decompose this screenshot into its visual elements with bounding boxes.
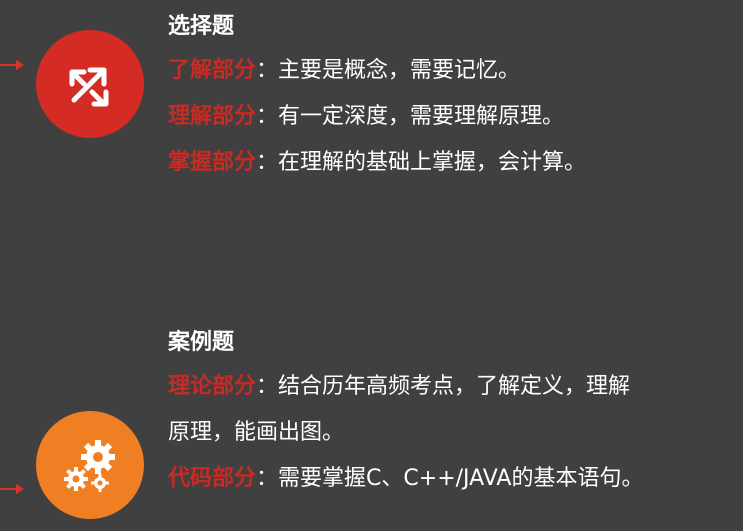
item-text: 结合历年高频考点，了解定义，理解 <box>278 374 631 399</box>
item-key: 了解部分 <box>168 58 257 83</box>
item-key: 掌握部分 <box>168 150 257 175</box>
item-colon: ： <box>256 466 279 491</box>
item-colon: ： <box>256 150 279 175</box>
section1-item-2: 理解部分：有一定深度，需要理解原理。 <box>168 98 564 130</box>
item-key: 理解部分 <box>168 104 257 129</box>
section2-item-1-cont: 原理，能画出图。 <box>168 420 345 445</box>
arrows-icon <box>69 67 109 107</box>
item-text: 有一定深度，需要理解原理。 <box>278 104 565 129</box>
section1-item-3: 掌握部分：在理解的基础上掌握，会计算。 <box>168 144 586 176</box>
item-colon: ： <box>256 104 279 129</box>
item-key: 理论部分 <box>168 374 257 399</box>
item-key: 代码部分 <box>168 466 257 491</box>
section2-title: 案例题 <box>168 330 235 355</box>
item-colon: ： <box>256 58 279 83</box>
section1-title: 选择题 <box>168 14 235 39</box>
section1-item-1: 了解部分：主要是概念，需要记忆。 <box>168 52 520 84</box>
slide: 选择题 了解部分：主要是概念，需要记忆。 理解部分：有一定深度，需要理解原理。 … <box>0 0 743 531</box>
item-colon: ： <box>256 374 279 399</box>
section2-item-1: 理论部分：结合历年高频考点，了解定义，理解 <box>168 368 630 400</box>
gears-icon <box>64 440 115 492</box>
section2-icon-circle <box>36 411 144 519</box>
arrow-bottom <box>0 484 24 494</box>
item-text: 在理解的基础上掌握，会计算。 <box>278 150 587 175</box>
arrow-top <box>0 60 24 70</box>
section2-item-2: 代码部分：需要掌握C、C++/JAVA的基本语句。 <box>168 460 643 492</box>
item-text: 需要掌握C、C++/JAVA的基本语句。 <box>278 466 644 491</box>
item-text: 主要是概念，需要记忆。 <box>278 58 521 83</box>
section1-icon-circle <box>36 30 144 138</box>
